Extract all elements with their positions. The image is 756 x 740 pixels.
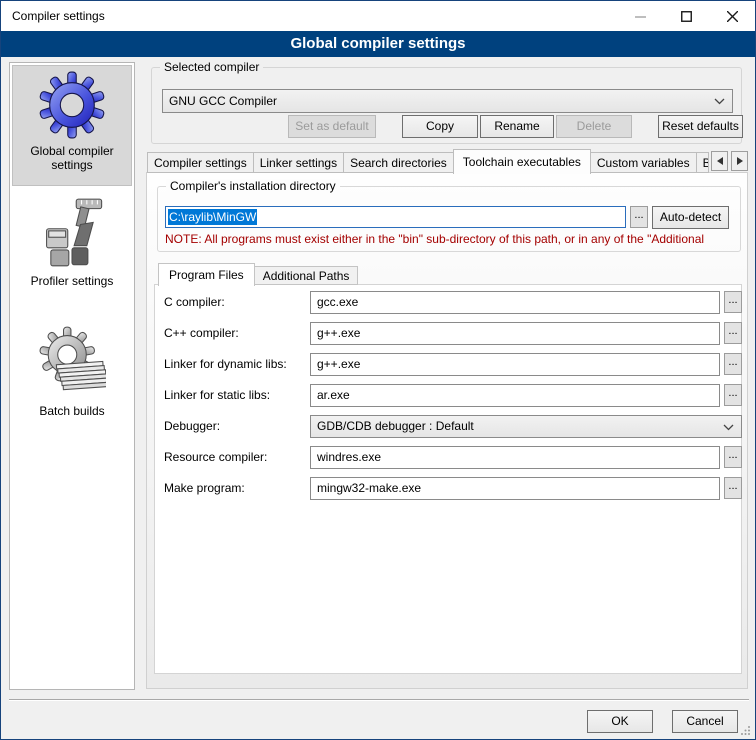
tab-custom-variables[interactable]: Custom variables: [590, 152, 697, 173]
reset-defaults-button[interactable]: Reset defaults: [658, 115, 743, 138]
tab-search-directories[interactable]: Search directories: [343, 152, 454, 173]
compiler-select[interactable]: GNU GCC Compiler: [162, 89, 733, 113]
page-title: Global compiler settings: [1, 31, 755, 57]
debugger-row: Debugger: GDB/CDB debugger : Default: [155, 415, 741, 438]
close-icon: [727, 11, 738, 22]
make-program-input[interactable]: mingw32-make.exe: [310, 477, 720, 500]
installation-directory-group: Compiler's installation directory C:\ray…: [157, 186, 741, 252]
sidebar-item-label: Profiler settings: [12, 274, 132, 288]
toolchain-executables-page: Compiler's installation directory C:\ray…: [146, 172, 748, 689]
c-compiler-browse-button[interactable]: ...: [724, 291, 742, 313]
installation-directory-note: NOTE: All programs must exist either in …: [165, 232, 737, 246]
compiler-settings-dialog: Compiler settings Global compiler settin…: [0, 0, 756, 740]
static-linker-input[interactable]: ar.exe: [310, 384, 720, 407]
ok-button[interactable]: OK: [587, 710, 653, 733]
subtab-program-files[interactable]: Program Files: [158, 263, 255, 286]
auto-detect-button[interactable]: Auto-detect: [652, 206, 729, 229]
gray-gear-stack-icon: [38, 325, 106, 399]
dynamic-linker-browse-button[interactable]: ...: [724, 353, 742, 375]
sidebar-item-batch-builds[interactable]: Batch builds: [12, 320, 132, 418]
close-button[interactable]: [709, 1, 755, 31]
dynamic-linker-label: Linker for dynamic libs:: [164, 353, 287, 376]
resource-compiler-input[interactable]: windres.exe: [310, 446, 720, 469]
sidebar-item-label: Global compiler settings: [13, 144, 131, 172]
sidebar-item-profiler-settings[interactable]: Profiler settings: [12, 192, 132, 288]
cpp-compiler-label: C++ compiler:: [164, 322, 239, 345]
title-bar: Compiler settings: [1, 1, 755, 31]
resource-compiler-browse-button[interactable]: ...: [724, 446, 742, 468]
make-program-row: Make program: mingw32-make.exe ...: [155, 477, 741, 500]
delete-button[interactable]: Delete: [556, 115, 632, 138]
installation-directory-browse-button[interactable]: ...: [630, 206, 648, 228]
tab-build-options[interactable]: Build options: [696, 152, 709, 173]
installation-directory-group-label: Compiler's installation directory: [166, 179, 340, 193]
cpp-compiler-browse-button[interactable]: ...: [724, 322, 742, 344]
dynamic-linker-input[interactable]: g++.exe: [310, 353, 720, 376]
tab-scroll-left-button[interactable]: [711, 151, 728, 171]
resize-grip[interactable]: [741, 725, 751, 735]
settings-tab-bar: Compiler settings Linker settings Search…: [147, 147, 748, 173]
cancel-button[interactable]: Cancel: [672, 710, 738, 733]
static-linker-row: Linker for static libs: ar.exe ...: [155, 384, 741, 407]
copy-button[interactable]: Copy: [402, 115, 478, 138]
installation-directory-input[interactable]: C:\raylib\MinGW: [165, 206, 626, 228]
debugger-label: Debugger:: [164, 415, 220, 438]
program-files-panel: C compiler: gcc.exe ... C++ compiler: g+…: [154, 284, 742, 674]
maximize-button[interactable]: [663, 1, 709, 31]
c-compiler-input[interactable]: gcc.exe: [310, 291, 720, 314]
tab-compiler-settings[interactable]: Compiler settings: [147, 152, 254, 173]
debugger-select-value: GDB/CDB debugger : Default: [317, 419, 474, 433]
static-linker-label: Linker for static libs:: [164, 384, 270, 407]
set-as-default-button[interactable]: Set as default: [288, 115, 376, 138]
subtab-additional-paths[interactable]: Additional Paths: [254, 266, 359, 285]
window-controls: [617, 1, 755, 31]
c-compiler-row: C compiler: gcc.exe ...: [155, 291, 741, 314]
installation-directory-value: C:\raylib\MinGW: [168, 209, 257, 225]
tab-linker-settings[interactable]: Linker settings: [253, 152, 344, 173]
compiler-select-value: GNU GCC Compiler: [169, 94, 277, 108]
make-program-browse-button[interactable]: ...: [724, 477, 742, 499]
static-linker-browse-button[interactable]: ...: [724, 384, 742, 406]
tab-toolchain-executables[interactable]: Toolchain executables: [453, 149, 591, 174]
settings-category-list: Global compiler settings Profiler settin…: [9, 62, 135, 690]
chevron-down-icon: [714, 98, 725, 105]
minimize-icon: [635, 11, 646, 22]
tab-scroll-right-button[interactable]: [731, 151, 748, 171]
blue-gear-icon: [38, 71, 106, 139]
cpp-compiler-input[interactable]: g++.exe: [310, 322, 720, 345]
selected-compiler-group: Selected compiler GNU GCC Compiler Set a…: [151, 67, 742, 144]
sidebar-item-label: Batch builds: [12, 404, 132, 418]
sidebar-item-global-compiler-settings[interactable]: Global compiler settings: [12, 65, 132, 186]
resource-compiler-label: Resource compiler:: [164, 446, 267, 469]
chevron-down-icon: [723, 424, 734, 431]
rename-button[interactable]: Rename: [480, 115, 554, 138]
debugger-select[interactable]: GDB/CDB debugger : Default: [310, 415, 742, 438]
maximize-icon: [681, 11, 692, 22]
dynamic-linker-row: Linker for dynamic libs: g++.exe ...: [155, 353, 741, 376]
executables-subtab-bar: Program Files Additional Paths: [158, 261, 357, 285]
make-program-label: Make program:: [164, 477, 245, 500]
c-compiler-label: C compiler:: [164, 291, 225, 314]
footer-divider: [9, 699, 749, 701]
triangle-left-icon: [717, 157, 723, 165]
selected-compiler-group-label: Selected compiler: [160, 60, 263, 74]
cpp-compiler-row: C++ compiler: g++.exe ...: [155, 322, 741, 345]
window-title: Compiler settings: [12, 1, 105, 31]
triangle-right-icon: [737, 157, 743, 165]
minimize-button[interactable]: [617, 1, 663, 31]
profiler-caliper-icon: [38, 197, 106, 269]
resource-compiler-row: Resource compiler: windres.exe ...: [155, 446, 741, 469]
